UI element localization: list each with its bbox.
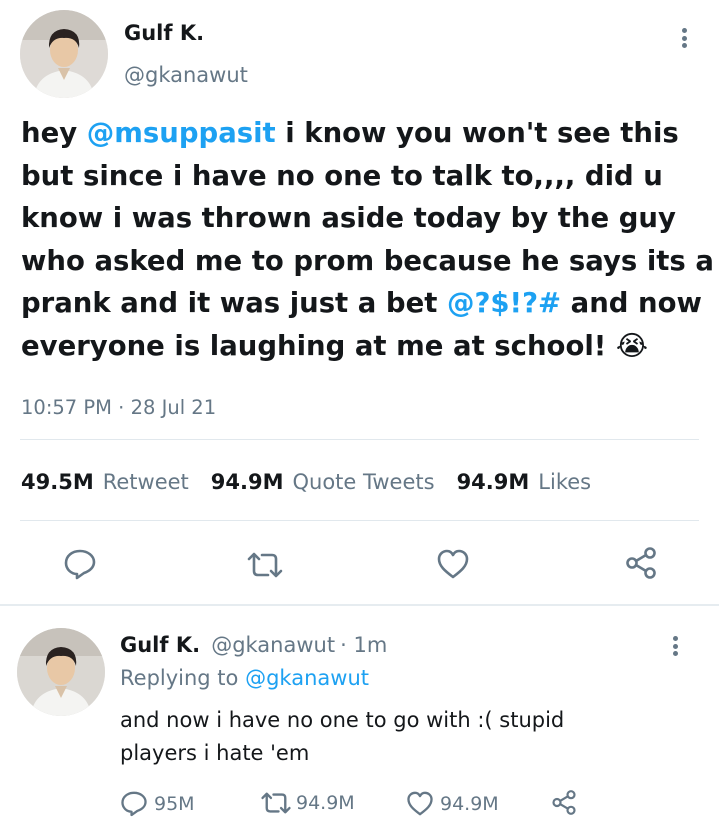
replying-to-link[interactable]: @gkanawut: [245, 666, 369, 690]
reply-more-options-icon[interactable]: [672, 636, 678, 656]
like-icon[interactable]: [436, 548, 470, 580]
reply-text: and now i have no one to go with :( stup…: [120, 704, 564, 770]
tweet-line: hey @msuppasit i know you won't see this: [21, 117, 679, 149]
more-options-icon[interactable]: [681, 28, 687, 48]
section-separator: [0, 604, 719, 606]
retweet-icon[interactable]: [246, 551, 284, 579]
author-name[interactable]: Gulf K.: [124, 21, 204, 45]
replying-to: Replying to @gkanawut: [120, 666, 369, 690]
reply-retweet-count: 94.9M: [296, 792, 355, 814]
reply-header: Gulf K. @gkanawut · 1m: [120, 633, 387, 657]
avatar-photo: [17, 628, 105, 716]
share-icon[interactable]: [623, 546, 659, 580]
reply-line: and now i have no one to go with :( stup…: [120, 708, 565, 732]
crying-emoji-icon: 😭: [615, 329, 649, 362]
tweet-line: know i was thrown aside today by the guy: [21, 202, 676, 234]
reply-action-retweet[interactable]: 94.9M: [260, 791, 355, 815]
reply-icon: [121, 791, 147, 817]
tweet-line: who asked me to prom because he says its…: [21, 244, 714, 277]
tweet-line: but since i have no one to talk to,,,, d…: [21, 159, 663, 192]
tweet-stats: 49.5M Retweet 94.9M Quote Tweets 94.9M L…: [21, 470, 613, 494]
tweet-line: everyone is laughing at me at school! 😭: [21, 329, 649, 362]
reply-author-name[interactable]: Gulf K.: [120, 633, 200, 657]
reply-count: 95M: [154, 792, 195, 815]
replying-prefix: Replying to: [120, 666, 239, 690]
reply-time[interactable]: · 1m: [340, 633, 387, 657]
avatar-photo: [20, 10, 108, 98]
like-count[interactable]: 94.9M: [457, 470, 530, 494]
quote-label[interactable]: Quote Tweets: [293, 470, 435, 494]
share-icon: [552, 790, 576, 815]
reply-icon[interactable]: [63, 548, 97, 580]
reply-author-avatar[interactable]: [17, 628, 105, 716]
reply-like-count: 94.9M: [440, 792, 499, 815]
retweet-label[interactable]: Retweet: [103, 470, 189, 494]
reply-action-share[interactable]: [550, 789, 578, 820]
hashtag-link[interactable]: @?$!?#: [447, 287, 561, 319]
mention-link[interactable]: @msuppasit: [87, 117, 276, 149]
divider: [20, 520, 699, 521]
reply-author-handle[interactable]: @gkanawut: [211, 633, 335, 657]
tweet-timestamp[interactable]: 10:57 PM · 28 Jul 21: [21, 396, 216, 419]
like-label[interactable]: Likes: [538, 470, 591, 494]
tweet-text: hey @msuppasit i know you won't see this…: [21, 112, 714, 367]
quote-count[interactable]: 94.9M: [211, 470, 284, 494]
reply-action-like[interactable]: 94.9M: [406, 790, 499, 817]
retweet-icon: [261, 792, 291, 814]
reply-action-reply[interactable]: 95M: [120, 790, 195, 817]
like-icon: [407, 791, 433, 816]
author-handle[interactable]: @gkanawut: [124, 63, 248, 87]
reply-line: players i hate 'em: [120, 741, 310, 765]
author-avatar[interactable]: [20, 10, 108, 98]
tweet-line: prank and it was just a bet @?$!?# and n…: [21, 287, 702, 319]
retweet-count[interactable]: 49.5M: [21, 470, 94, 494]
divider: [20, 439, 699, 440]
